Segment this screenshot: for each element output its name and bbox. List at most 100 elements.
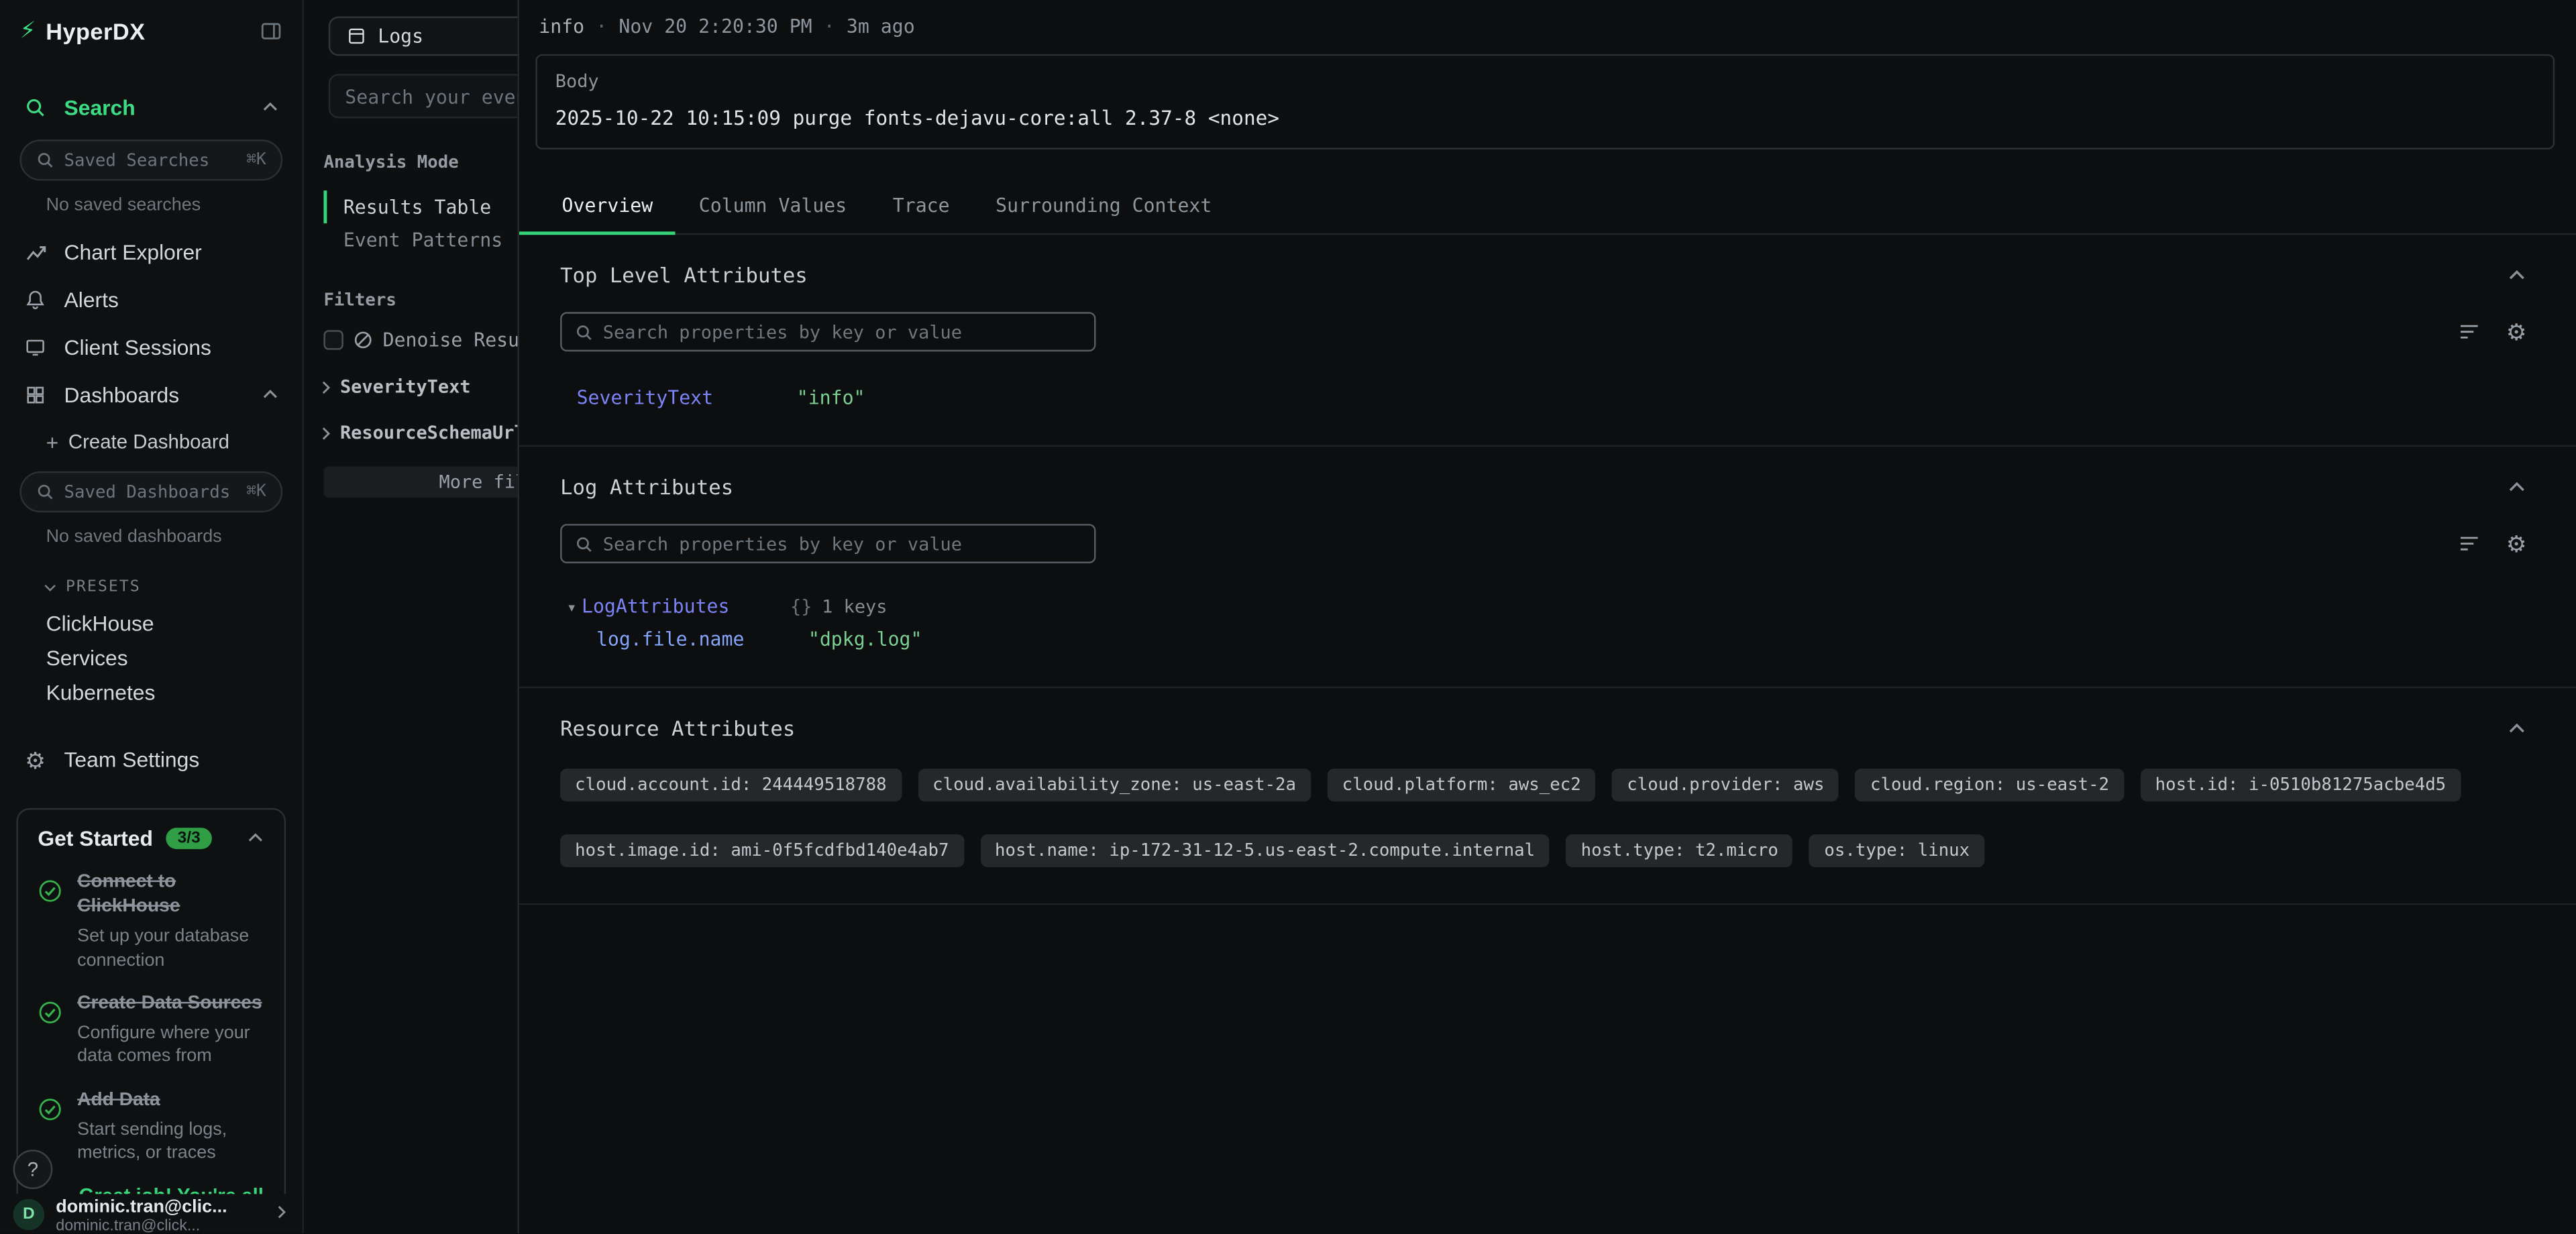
circle-slash-icon <box>354 330 373 349</box>
filter-group-resourceschemaurl[interactable]: ResourceSchemaUrl <box>317 422 518 443</box>
attribute-row: log.file.name "dpkg.log" <box>560 628 2526 651</box>
property-search-box[interactable] <box>560 312 1095 351</box>
mode-results-table[interactable]: Results Table <box>323 190 517 223</box>
chevron-up-icon[interactable] <box>261 99 279 117</box>
get-started-step[interactable]: Add Data Start sending logs, metrics, or… <box>38 1088 264 1166</box>
step-description: Configure where your data comes from <box>77 1022 264 1069</box>
sidebar-collapse-icon[interactable] <box>260 19 282 42</box>
more-filters-button[interactable]: More filters <box>323 467 517 498</box>
resource-badge[interactable]: host.name: ip-172-31-12-5.us-east-2.comp… <box>980 834 1550 867</box>
resource-badge[interactable]: host.id: i-0510b81275acbe4d5 <box>2141 769 2461 801</box>
section-top-level-attributes: Top Level Attributes ⚙ <box>519 235 2576 447</box>
sidebar-item-client-sessions[interactable]: Client Sessions <box>0 323 303 371</box>
presets-toggle[interactable]: PRESETS <box>0 560 303 606</box>
create-dashboard-label: Create Dashboard <box>68 431 229 453</box>
source-select-button[interactable]: Logs <box>329 16 518 56</box>
property-search-input[interactable] <box>603 533 1081 555</box>
user-menu[interactable]: D dominic.tran@clic... dominic.tran@clic… <box>0 1194 303 1233</box>
app-root: ⚡ HyperDX Search ⌘K <box>0 0 2576 1233</box>
chevron-right-icon <box>317 378 333 394</box>
attribute-value[interactable]: "dpkg.log" <box>808 628 922 651</box>
create-dashboard-button[interactable]: + Create Dashboard <box>0 418 303 463</box>
sidebar-item-kubernetes[interactable]: Kubernetes <box>0 675 303 710</box>
saved-searches-kbd: ⌘K <box>246 151 266 169</box>
sidebar-item-dashboards[interactable]: Dashboards <box>0 371 303 418</box>
chevron-up-icon[interactable] <box>246 830 264 848</box>
filter-group-label: SeverityText <box>340 376 471 398</box>
filter-group-label: ResourceSchemaUrl <box>340 422 517 443</box>
meta-separator: · <box>824 15 835 38</box>
analysis-mode-list: Results Table Event Patterns <box>304 190 517 256</box>
resource-badge[interactable]: cloud.account.id: 244449518788 <box>560 769 902 801</box>
sidebar-item-clickhouse[interactable]: ClickHouse <box>0 606 303 640</box>
mode-event-patterns[interactable]: Event Patterns <box>323 223 517 256</box>
tab-surrounding-context[interactable]: Surrounding Context <box>973 179 1235 233</box>
get-started-card: Get Started 3/3 Connect to ClickHouse Se… <box>16 808 286 1229</box>
sidebar-item-label: Dashboards <box>64 383 180 408</box>
chevron-up-icon[interactable] <box>2507 266 2526 285</box>
saved-searches-input[interactable]: ⌘K <box>19 139 282 180</box>
resource-badge[interactable]: cloud.platform: aws_ec2 <box>1328 769 1596 801</box>
resource-badge[interactable]: host.image.id: ami-0f5fcdfbd140e4ab7 <box>560 834 963 867</box>
saved-dashboards-kbd: ⌘K <box>246 483 266 501</box>
get-started-title: Get Started <box>38 826 153 851</box>
sidebar-item-search[interactable]: Search <box>0 84 303 131</box>
sidebar-item-label: Search <box>64 95 136 120</box>
chevron-right-icon <box>273 1204 289 1220</box>
search-filters-panel: Logs Analysis Mode Results Table Event P… <box>304 0 517 1233</box>
resource-badge[interactable]: os.type: linux <box>1809 834 1984 867</box>
saved-dashboards-field[interactable] <box>64 482 237 502</box>
app-title: HyperDX <box>46 17 145 44</box>
gear-icon[interactable]: ⚙ <box>2506 321 2527 343</box>
property-search-input[interactable] <box>603 321 1081 343</box>
attribute-key[interactable]: log.file.name <box>596 628 808 651</box>
wrap-lines-icon[interactable] <box>2459 532 2481 555</box>
denoise-results-toggle[interactable]: Denoise Results <box>323 329 517 351</box>
step-title: Create Data Sources <box>77 992 264 1017</box>
gear-icon: ⚙ <box>23 748 48 771</box>
section-resource-attributes: Resource Attributes cloud.account.id: 24… <box>519 688 2576 905</box>
body-label: Body <box>555 70 2535 92</box>
chart-icon <box>23 241 48 264</box>
chevron-up-icon[interactable] <box>261 386 279 404</box>
event-timestamp: Nov 20 2:20:30 PM <box>619 15 812 38</box>
resource-badge[interactable]: cloud.provider: aws <box>1612 769 1839 801</box>
hyperdx-logo-icon: ⚡ <box>19 16 36 44</box>
search-icon <box>36 483 54 501</box>
event-search-box[interactable] <box>329 74 518 118</box>
body-card: Body 2025-10-22 10:15:09 purge fonts-dej… <box>535 54 2555 150</box>
saved-dashboards-input[interactable]: ⌘K <box>19 471 282 512</box>
filter-group-severitytext[interactable]: SeverityText <box>317 376 518 398</box>
chevron-up-icon[interactable] <box>2507 477 2526 496</box>
severity-level: info <box>539 15 584 38</box>
resource-badge[interactable]: cloud.availability_zone: us-east-2a <box>918 769 1311 801</box>
resource-badge[interactable]: cloud.region: us-east-2 <box>1856 769 2124 801</box>
attribute-key[interactable]: SeverityText <box>577 386 797 409</box>
gear-icon[interactable]: ⚙ <box>2506 532 2527 555</box>
resource-badge[interactable]: host.type: t2.micro <box>1566 834 1793 867</box>
tab-column-values[interactable]: Column Values <box>676 179 869 233</box>
saved-searches-field[interactable] <box>64 150 237 170</box>
tab-overview[interactable]: Overview <box>519 179 676 233</box>
attribute-root-key[interactable]: LogAttributes <box>582 595 790 618</box>
sidebar-item-team-settings[interactable]: ⚙ Team Settings <box>0 736 303 783</box>
get-started-step[interactable]: Create Data Sources Configure where your… <box>38 992 264 1069</box>
denoise-checkbox[interactable] <box>323 330 343 349</box>
event-search-input[interactable] <box>345 85 517 107</box>
bell-icon <box>23 289 48 311</box>
denoise-label: Denoise Results <box>383 329 518 351</box>
get-started-step[interactable]: Connect to ClickHouse Set up your databa… <box>38 871 264 972</box>
attribute-value[interactable]: "info" <box>797 386 865 409</box>
chevron-up-icon[interactable] <box>2507 718 2526 738</box>
property-search-box[interactable] <box>560 524 1095 563</box>
logs-source-icon <box>347 26 366 46</box>
tab-trace[interactable]: Trace <box>870 179 973 233</box>
step-description: Set up your database connection <box>77 925 264 972</box>
caret-down-icon[interactable]: ▾ <box>567 600 577 618</box>
sidebar-item-alerts[interactable]: Alerts <box>0 276 303 323</box>
wrap-lines-icon[interactable] <box>2459 321 2481 343</box>
sidebar-item-chart-explorer[interactable]: Chart Explorer <box>0 228 303 276</box>
braces-icon: {} <box>790 596 812 618</box>
sidebar-item-services[interactable]: Services <box>0 640 303 675</box>
help-button[interactable]: ? <box>13 1149 53 1189</box>
